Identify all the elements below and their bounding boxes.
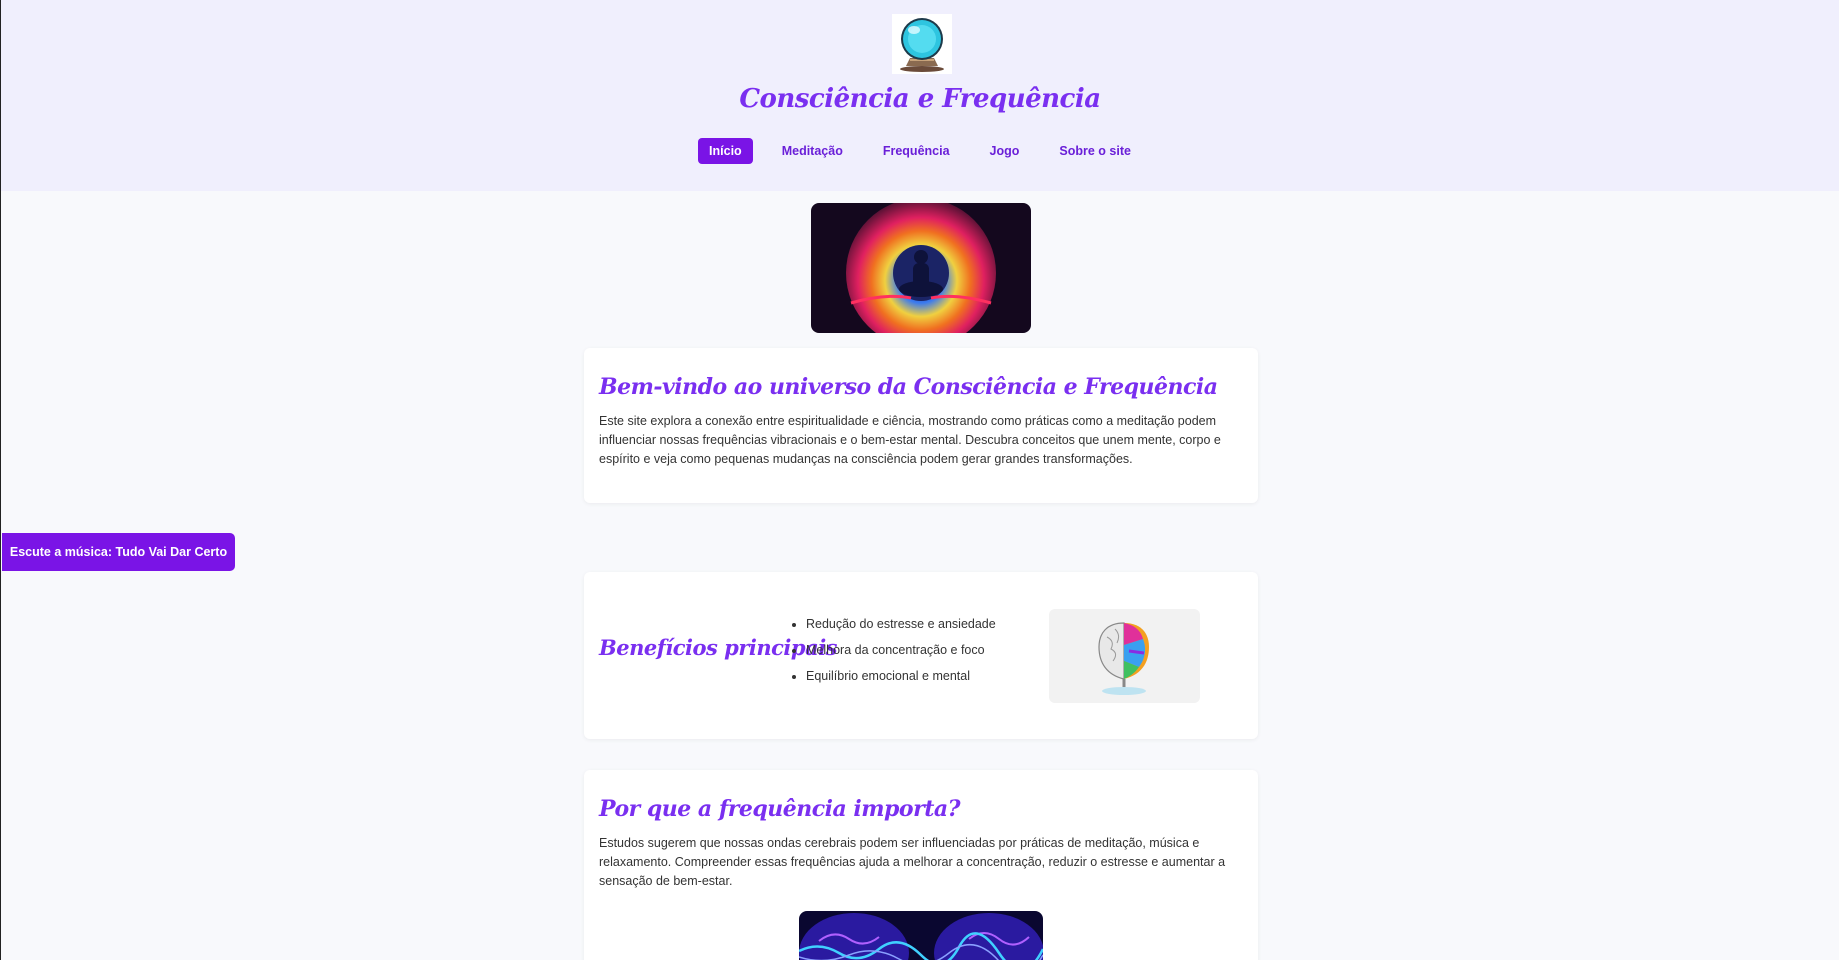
frequency-card: Por que a frequência importa? Estudos su…	[584, 770, 1258, 960]
main-nav: Início Meditação Frequência Jogo Sobre o…	[1, 138, 1839, 164]
site-header: Consciência e Frequência Início Meditaçã…	[1, 0, 1839, 191]
list-item: Melhora da concentração e foco	[806, 641, 996, 659]
frequency-text: Estudos sugerem que nossas ondas cerebra…	[599, 836, 1226, 888]
nav-item-meditacao[interactable]: Meditação	[771, 138, 854, 164]
intro-text: Este site explora a conexão entre espiri…	[599, 414, 1221, 466]
meditation-hero-image	[811, 203, 1031, 333]
nav-item-sobre[interactable]: Sobre o site	[1048, 138, 1142, 164]
list-item: Redução do estresse e ansiedade	[806, 615, 996, 633]
brainwaves-image	[799, 911, 1043, 960]
intro-title: Bem-vindo ao universo da Consciência e F…	[599, 374, 1218, 400]
nav-item-frequencia[interactable]: Frequência	[872, 138, 961, 164]
frequency-title: Por que a frequência importa?	[599, 796, 961, 822]
benefits-card: Benefícios principais Redução do estress…	[584, 572, 1258, 739]
crystal-ball-icon[interactable]	[892, 14, 952, 74]
nav-item-jogo[interactable]: Jogo	[979, 138, 1031, 164]
brain-image	[1049, 609, 1200, 703]
benefits-title: Benefícios principais	[599, 635, 838, 660]
benefits-list: Redução do estresse e ansiedade Melhora …	[806, 615, 996, 693]
intro-card: Bem-vindo ao universo da Consciência e F…	[584, 348, 1258, 503]
list-item: Equilíbrio emocional e mental	[806, 667, 996, 685]
site-title: Consciência e Frequência	[739, 84, 1101, 114]
music-button[interactable]: Escute a música: Tudo Vai Dar Certo	[2, 533, 235, 571]
nav-item-inicio[interactable]: Início	[698, 138, 753, 164]
